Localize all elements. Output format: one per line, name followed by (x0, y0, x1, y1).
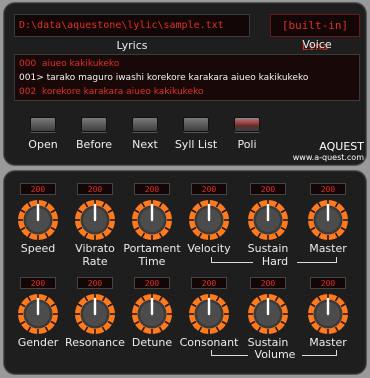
master-r1-knob[interactable] (304, 196, 352, 244)
resonance-r2-value: 200 (77, 277, 113, 289)
vibrato-rate-r1-label: Vibrato Rate (75, 242, 115, 268)
lyrics-list[interactable]: 000 aiueo kakikukeko 001> tarako maguro … (14, 54, 360, 101)
file-path-display[interactable]: D:\data\aquestone\lylic\sample.txt (14, 14, 250, 37)
next-button[interactable] (132, 117, 158, 132)
sustain-r2-value: 200 (250, 277, 286, 289)
detune-r2-knob[interactable] (128, 290, 176, 338)
consonant-r2-value: 200 (191, 277, 227, 289)
sustain-r1-label: Sustain (247, 242, 289, 255)
lyric-number: 002 (19, 87, 37, 97)
gender-r2-label: Gender (17, 336, 59, 349)
velocity-r1-knob[interactable] (185, 196, 233, 244)
master-r2-value: 200 (310, 277, 346, 289)
speed-r1-value: 200 (20, 183, 56, 195)
master-r2-label: Master (309, 336, 347, 349)
sustain-r1-knob[interactable] (244, 196, 292, 244)
lyric-text: korekore karakara aiueo kakikukeko (41, 87, 204, 97)
portament-time-r1-value: 200 (134, 183, 170, 195)
speed-r1-knob[interactable] (14, 196, 62, 244)
consonant-r2-knob[interactable] (185, 290, 233, 338)
master-r1-value: 200 (310, 183, 346, 195)
lyric-marker (36, 59, 39, 69)
lyric-marker: > (36, 73, 44, 83)
syll-list-button[interactable] (183, 117, 209, 132)
lyrics-panel: D:\data\aquestone\lylic\sample.txt [buil… (3, 2, 367, 166)
consonant-r2-label: Consonant (179, 336, 239, 349)
lyric-line-000[interactable]: 000 aiueo kakikukeko (19, 57, 359, 71)
lyrics-label: Lyrics (116, 39, 148, 52)
sustain-r2-knob[interactable] (244, 290, 292, 338)
velocity-r1-value: 200 (191, 183, 227, 195)
sustain-r1-value: 200 (250, 183, 286, 195)
master-r1-label: Master (309, 242, 347, 255)
portament-time-r1-label: Portament Time (123, 242, 181, 268)
lyric-text: aiueo kakikukeko (41, 59, 120, 69)
speed-r1-label: Speed (20, 242, 56, 255)
open-button[interactable] (30, 117, 56, 132)
detune-r2-value: 200 (134, 277, 170, 289)
lyric-text: tarako maguro iwashi korekore karakara a… (46, 73, 309, 83)
before-button[interactable] (81, 117, 107, 132)
detune-r2-label: Detune (131, 336, 173, 349)
resonance-r2-knob[interactable] (71, 290, 119, 338)
vibrato-rate-r1-knob[interactable] (71, 196, 119, 244)
lyric-number: 000 (19, 59, 37, 69)
portament-time-r1-knob[interactable] (128, 196, 176, 244)
vibrato-rate-r1-value: 200 (77, 183, 113, 195)
lyric-marker (36, 87, 39, 97)
master-r2-knob[interactable] (304, 290, 352, 338)
poli-button-label: Poli (237, 138, 257, 151)
brand-url: www.a-quest.com (292, 153, 364, 162)
poli-button[interactable] (234, 117, 260, 132)
lyric-number: 001 (19, 73, 37, 83)
lyric-line-002[interactable]: 002 korekore karakara aiueo kakikukeko (19, 85, 359, 99)
lyric-line-001[interactable]: 001> tarako maguro iwashi korekore karak… (19, 71, 359, 85)
brand-name: AQUEST (319, 140, 364, 153)
hard-group-label: Hard (253, 255, 297, 268)
gender-r2-value: 200 (20, 277, 56, 289)
gender-r2-knob[interactable] (14, 290, 62, 338)
voice-label: Voice (302, 38, 332, 51)
velocity-r1-label: Velocity (187, 242, 231, 255)
volume-group-label: Volume (248, 348, 302, 361)
resonance-r2-label: Resonance (65, 336, 125, 349)
voice-selector[interactable]: [built-in] Lina (270, 14, 360, 53)
